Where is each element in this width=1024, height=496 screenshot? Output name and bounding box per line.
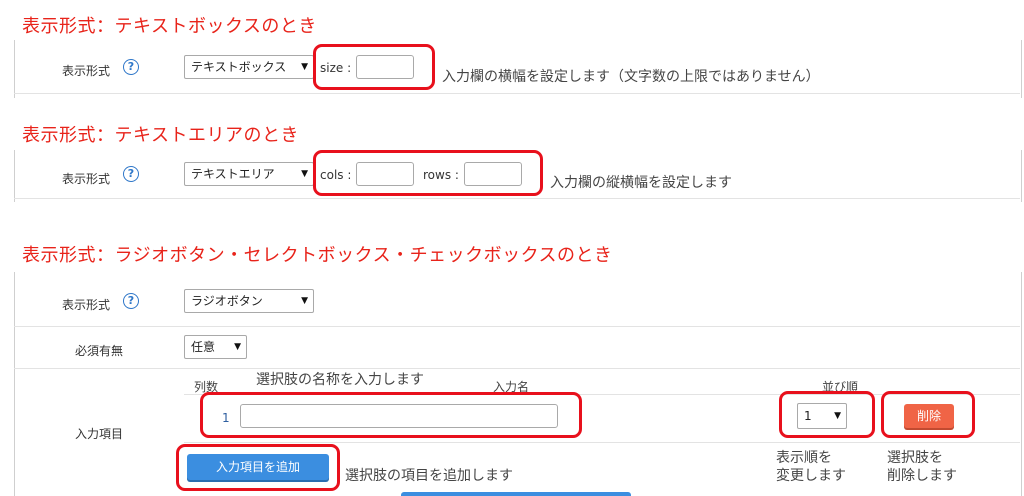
section-title-textarea: 表示形式：テキストエリアのとき xyxy=(22,125,299,146)
help-icon[interactable]: ? xyxy=(123,59,139,75)
highlight-order xyxy=(779,391,875,438)
size-note: 入力欄の横幅を設定します（文字数の上限ではありません） xyxy=(442,69,820,85)
divider xyxy=(14,93,1020,94)
highlight-delete xyxy=(881,391,975,438)
display-format-select-value: ラジオボタン xyxy=(191,294,263,308)
display-format-label: 表示形式 xyxy=(62,172,111,186)
display-format-select[interactable]: ラジオボタン ▼ xyxy=(184,289,314,313)
highlight-item-name xyxy=(200,392,582,438)
display-format-select-value: テキストボックス xyxy=(191,60,287,74)
delete-note-line1: 選択肢を xyxy=(887,450,943,466)
required-label: 必須有無 xyxy=(75,344,124,358)
display-format-select[interactable]: テキストボックス ▼ xyxy=(184,55,314,79)
name-hint: 選択肢の名称を入力します xyxy=(256,372,424,388)
required-select[interactable]: 任意 ▼ xyxy=(184,335,247,359)
section-title-textbox: 表示形式：テキストボックスのとき xyxy=(22,16,317,37)
chevron-down-icon: ▼ xyxy=(301,169,308,179)
display-format-label: 表示形式 xyxy=(62,64,111,78)
next-button-partial[interactable] xyxy=(401,492,631,496)
section-title-choice: 表示形式：ラジオボタン・セレクトボックス・チェックボックスのとき xyxy=(22,245,613,266)
display-format-select-value: テキストエリア xyxy=(191,167,275,181)
help-icon[interactable]: ? xyxy=(123,166,139,182)
chevron-down-icon: ▼ xyxy=(301,296,308,306)
chevron-down-icon: ▼ xyxy=(234,342,241,352)
divider xyxy=(14,368,1020,369)
delete-note-line2: 削除します xyxy=(887,468,957,484)
required-select-value: 任意 xyxy=(191,340,216,354)
chevron-down-icon: ▼ xyxy=(301,62,308,72)
order-note-line2: 変更します xyxy=(776,468,846,484)
highlight-size xyxy=(313,44,435,90)
divider xyxy=(14,326,1020,327)
display-format-select[interactable]: テキストエリア ▼ xyxy=(184,162,314,186)
highlight-cols-rows xyxy=(313,150,543,196)
add-note: 選択肢の項目を追加します xyxy=(345,468,513,484)
cols-rows-note: 入力欄の縦横幅を設定します xyxy=(550,175,732,191)
divider xyxy=(184,442,1020,443)
highlight-add xyxy=(176,444,340,491)
help-icon[interactable]: ? xyxy=(123,293,139,309)
divider xyxy=(14,198,1020,199)
input-items-label: 入力項目 xyxy=(75,427,124,441)
order-note-line1: 表示順を xyxy=(776,450,832,466)
display-format-label: 表示形式 xyxy=(62,298,111,312)
